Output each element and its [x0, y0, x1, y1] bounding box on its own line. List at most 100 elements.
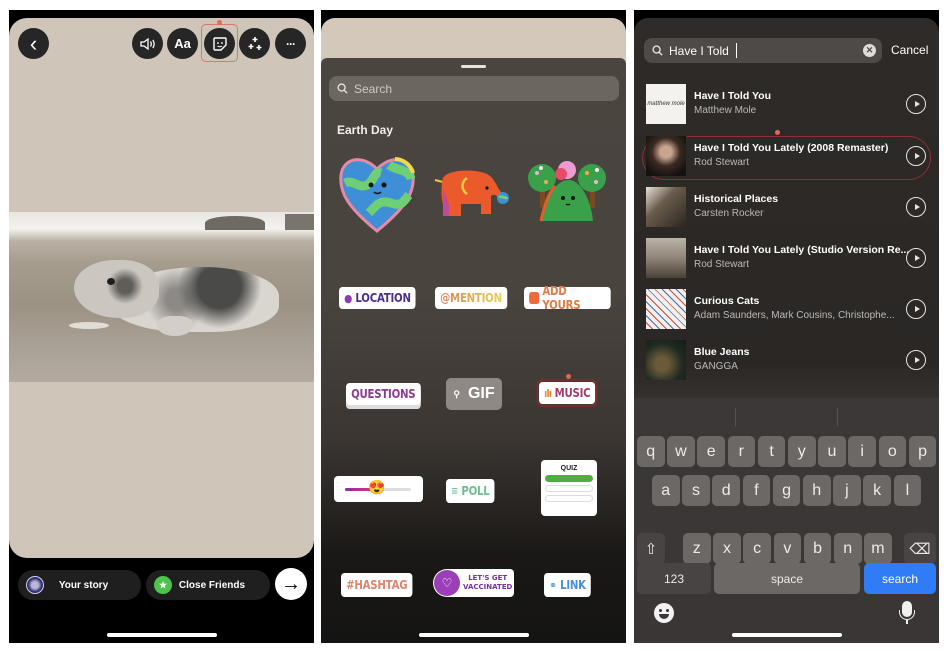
- music-search-input[interactable]: Have I Told ✕: [644, 38, 882, 63]
- track-row-selected[interactable]: Have I Told You Lately (2008 Remaster) R…: [634, 132, 939, 180]
- backspace-icon: ⌫: [909, 540, 931, 558]
- key-f[interactable]: f: [742, 475, 771, 506]
- heart-icon: ♡: [434, 570, 460, 596]
- search-key-label: search: [881, 571, 919, 586]
- more-button[interactable]: ···: [275, 28, 306, 59]
- space-key-label: space: [770, 571, 804, 586]
- delete-key[interactable]: ⌫: [904, 533, 936, 564]
- key-r[interactable]: r: [727, 436, 756, 467]
- key-k[interactable]: k: [863, 475, 891, 506]
- key-p[interactable]: p: [908, 436, 937, 467]
- track-row[interactable]: Have I Told You Lately (Studio Version R…: [634, 234, 939, 282]
- cancel-button[interactable]: Cancel: [891, 43, 928, 57]
- track-artist: Rod Stewart: [694, 157, 750, 168]
- your-story-button[interactable]: Your story: [18, 570, 141, 600]
- key-o[interactable]: o: [878, 436, 907, 467]
- quiz-sticker[interactable]: QUIZ: [541, 460, 597, 516]
- seal-flipper: [157, 316, 193, 336]
- key-label: d: [721, 481, 731, 499]
- track-row[interactable]: Historical Places Carsten Rocker: [634, 183, 939, 231]
- play-icon[interactable]: [906, 248, 926, 268]
- link-label: LINK: [560, 578, 586, 592]
- speaker-icon: [139, 37, 155, 50]
- mention-label: @MENTION: [440, 291, 502, 305]
- home-indicator: [419, 633, 529, 637]
- emoji-icon[interactable]: [654, 603, 674, 623]
- key-a[interactable]: a: [652, 475, 680, 506]
- search-key[interactable]: search: [864, 563, 936, 594]
- mention-sticker[interactable]: @MENTION: [435, 287, 507, 309]
- microphone-base: [906, 620, 908, 624]
- emoji-slider-sticker[interactable]: 😍: [334, 476, 423, 502]
- key-h[interactable]: h: [803, 475, 831, 506]
- sheet-grabber[interactable]: [461, 65, 486, 68]
- next-button[interactable]: →: [275, 568, 307, 600]
- album-art: [646, 340, 686, 380]
- play-icon[interactable]: [906, 146, 926, 166]
- shift-key[interactable]: ⇧: [637, 533, 665, 564]
- add-yours-sticker[interactable]: ADD YOURS: [524, 284, 611, 312]
- key-b[interactable]: b: [803, 533, 832, 564]
- key-u[interactable]: u: [818, 436, 846, 467]
- track-row[interactable]: matthew mole Have I Told You Matthew Mol…: [634, 80, 939, 128]
- key-c[interactable]: c: [743, 533, 771, 564]
- key-l[interactable]: l: [893, 475, 922, 506]
- clear-icon[interactable]: ✕: [863, 44, 876, 57]
- vaccinated-sticker[interactable]: ♡ LET'S GET VACCINATED: [433, 569, 514, 597]
- story-editor-screen: ‹ Aa ··· Your story ★ Close Friends →: [9, 10, 314, 643]
- key-d[interactable]: d: [712, 475, 740, 506]
- key-s[interactable]: s: [682, 475, 710, 506]
- home-indicator: [107, 633, 217, 637]
- album-art: [646, 238, 686, 278]
- key-label: l: [905, 481, 910, 499]
- search-icon: [652, 45, 663, 56]
- key-w[interactable]: w: [667, 436, 695, 467]
- close-friends-button[interactable]: ★ Close Friends: [146, 570, 270, 600]
- key-y[interactable]: y: [788, 436, 816, 467]
- key-i[interactable]: i: [848, 436, 876, 467]
- key-t[interactable]: t: [757, 436, 786, 467]
- play-icon[interactable]: [906, 299, 926, 319]
- key-label: e: [706, 442, 716, 460]
- gif-sticker[interactable]: ⚲ GIF: [446, 378, 502, 410]
- key-x[interactable]: x: [713, 533, 741, 564]
- key-v[interactable]: v: [773, 533, 802, 564]
- track-row[interactable]: Blue Jeans GANGGA: [634, 336, 939, 384]
- story-canvas[interactable]: [9, 18, 314, 558]
- sticker-tray-screen: Search Earth Day ● LOCATION @MENTION ADD…: [321, 10, 626, 643]
- questions-sticker[interactable]: QUESTIONS: [346, 383, 421, 405]
- poll-icon: ≡: [451, 485, 458, 497]
- back-button[interactable]: ‹: [18, 28, 49, 59]
- play-icon[interactable]: [906, 94, 926, 114]
- sticker-search-input[interactable]: Search: [329, 76, 619, 101]
- text-button[interactable]: Aa: [167, 28, 198, 59]
- poll-sticker[interactable]: ≡ POLL: [446, 479, 495, 503]
- music-sticker[interactable]: ılı MUSIC: [536, 379, 599, 407]
- track-artist: Carsten Rocker: [694, 208, 764, 219]
- sound-button[interactable]: [132, 28, 163, 59]
- key-n[interactable]: n: [834, 533, 862, 564]
- key-g[interactable]: g: [772, 475, 801, 506]
- close-friends-label: Close Friends: [178, 579, 246, 591]
- play-icon[interactable]: [906, 197, 926, 217]
- hashtag-sticker[interactable]: #HASHTAG: [341, 573, 413, 597]
- key-m[interactable]: m: [864, 533, 892, 564]
- space-key[interactable]: space: [714, 563, 860, 594]
- track-row[interactable]: Curious Cats Adam Saunders, Mark Cousins…: [634, 285, 939, 333]
- link-sticker[interactable]: ⚭ LINK: [544, 573, 591, 597]
- effects-button[interactable]: [239, 28, 270, 59]
- numbers-key[interactable]: 123: [637, 563, 711, 594]
- section-title-earth-day: Earth Day: [337, 123, 394, 137]
- seal-photo[interactable]: [9, 212, 314, 382]
- trees-hill-sticker[interactable]: [527, 158, 607, 223]
- key-e[interactable]: e: [697, 436, 725, 467]
- key-z[interactable]: z: [683, 533, 711, 564]
- key-q[interactable]: q: [637, 436, 665, 467]
- key-label: q: [646, 442, 656, 460]
- key-j[interactable]: j: [833, 475, 861, 506]
- play-icon[interactable]: [906, 350, 926, 370]
- earth-heart-sticker[interactable]: [339, 153, 415, 233]
- location-sticker[interactable]: ● LOCATION: [339, 287, 416, 309]
- track-artist: Matthew Mole: [694, 105, 757, 116]
- elephant-sticker[interactable]: [433, 168, 511, 218]
